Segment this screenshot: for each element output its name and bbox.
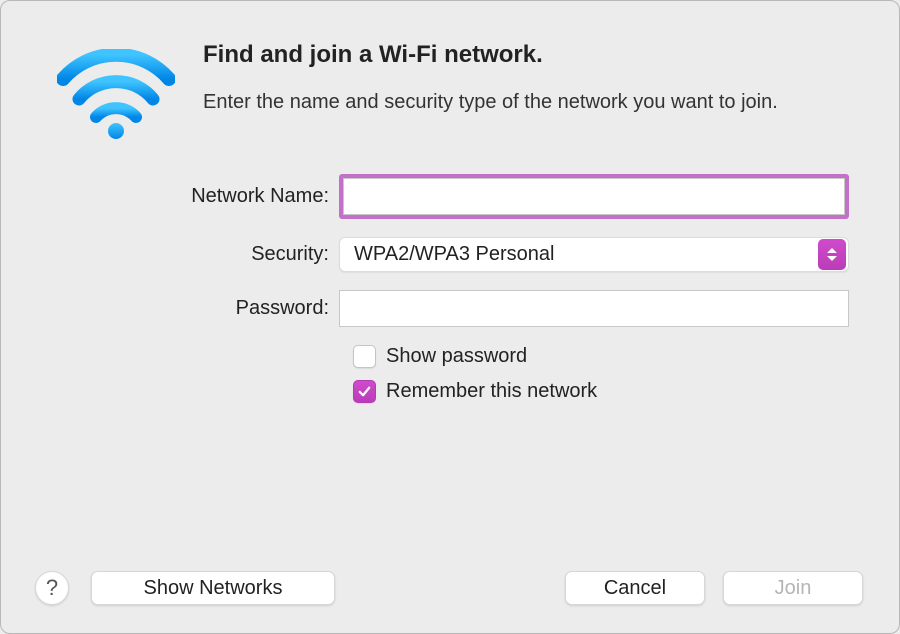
help-icon: ? bbox=[46, 575, 58, 601]
join-button[interactable]: Join bbox=[723, 571, 863, 605]
join-label: Join bbox=[775, 577, 812, 600]
network-name-label: Network Name: bbox=[51, 185, 339, 208]
network-name-row: Network Name: bbox=[51, 174, 849, 219]
password-row: Password: bbox=[51, 290, 849, 327]
security-select[interactable]: WPA2/WPA3 Personal bbox=[339, 237, 849, 272]
show-networks-label: Show Networks bbox=[144, 577, 283, 600]
cancel-label: Cancel bbox=[604, 577, 666, 600]
show-password-row: Show password bbox=[51, 345, 849, 368]
security-row: Security: WPA2/WPA3 Personal bbox=[51, 237, 849, 272]
security-select-value: WPA2/WPA3 Personal bbox=[340, 243, 816, 266]
cancel-button[interactable]: Cancel bbox=[565, 571, 705, 605]
network-name-input[interactable] bbox=[343, 178, 845, 215]
wifi-join-dialog: Find and join a Wi-Fi network. Enter the… bbox=[0, 0, 900, 634]
dialog-subtitle: Enter the name and security type of the … bbox=[203, 89, 849, 116]
dialog-title: Find and join a Wi-Fi network. bbox=[203, 41, 849, 69]
help-button[interactable]: ? bbox=[35, 571, 69, 605]
password-label: Password: bbox=[51, 297, 339, 320]
password-input[interactable] bbox=[339, 290, 849, 327]
wifi-icon bbox=[51, 41, 191, 146]
remember-network-row: Remember this network bbox=[51, 380, 849, 403]
dialog-header: Find and join a Wi-Fi network. Enter the… bbox=[1, 1, 899, 166]
chevron-up-down-icon bbox=[818, 239, 846, 270]
remember-network-checkbox[interactable] bbox=[353, 380, 376, 403]
show-password-checkbox[interactable] bbox=[353, 345, 376, 368]
form-area: Network Name: Security: WPA2/WPA3 Person… bbox=[1, 166, 899, 403]
show-password-label: Show password bbox=[386, 345, 527, 368]
header-text-block: Find and join a Wi-Fi network. Enter the… bbox=[191, 41, 849, 146]
security-label: Security: bbox=[51, 243, 339, 266]
show-networks-button[interactable]: Show Networks bbox=[91, 571, 335, 605]
dialog-footer: ? Show Networks Cancel Join bbox=[1, 571, 899, 605]
remember-network-label: Remember this network bbox=[386, 380, 597, 403]
